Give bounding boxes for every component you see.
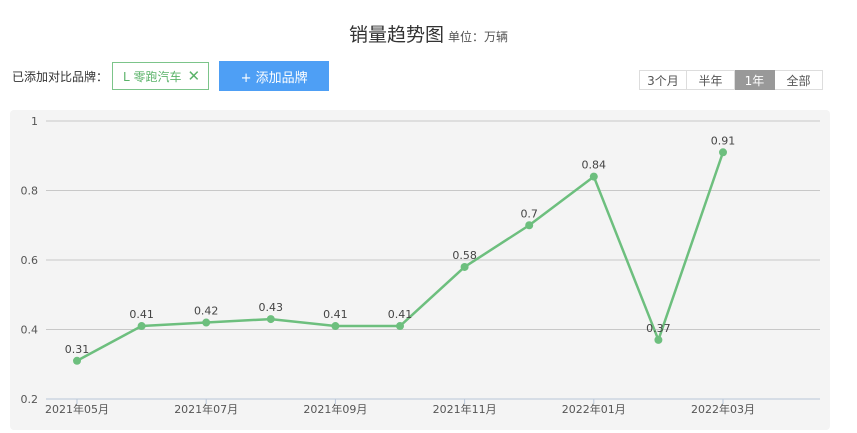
tab-half-year[interactable]: 半年: [687, 70, 735, 90]
x-tick-label: 2021年11月: [433, 402, 497, 416]
x-tick-label: 2022年01月: [562, 402, 626, 416]
close-icon[interactable]: ✕: [188, 68, 201, 84]
data-label: 0.41: [323, 308, 348, 321]
data-point: [525, 221, 534, 230]
data-label: 0.58: [452, 249, 477, 262]
y-tick-label: 1: [31, 115, 38, 128]
x-tick-label: 2021年05月: [45, 402, 109, 416]
data-point: [137, 322, 146, 331]
sales-trend-chart: 0.2 0.4 0.6 0.8 1 2021年05月 2021年07月 2021年09月 202…: [10, 110, 830, 430]
data-point: [331, 322, 340, 331]
tab-1-year[interactable]: 1年: [735, 70, 775, 90]
data-point: [396, 322, 404, 331]
y-tick-label: 0.8: [21, 185, 39, 198]
unit-label: 单位：万辆: [448, 30, 509, 44]
data-point: [654, 335, 663, 344]
data-point: [73, 356, 81, 365]
time-range-tabs: 3个月 半年 1年 全部: [639, 70, 823, 90]
chart-title: 销量趋势图: [348, 24, 444, 46]
data-label: 0.91: [711, 134, 736, 147]
brand-chip-label: L 零跑汽车: [123, 69, 182, 84]
compare-label: 已添加对比品牌：: [12, 69, 109, 84]
data-point: [460, 262, 469, 271]
chart-svg: 0.2 0.4 0.6 0.8 1 2021年05月 2021年07月 2021年09月 202…: [10, 110, 830, 430]
y-tick-label: 0.6: [21, 254, 39, 267]
plot-background: [10, 110, 830, 430]
data-label: 0.41: [388, 308, 413, 321]
x-tick-label: 2021年09月: [303, 402, 367, 416]
data-point: [589, 172, 598, 181]
data-point: [266, 315, 275, 324]
data-point: [719, 148, 727, 157]
y-tick-label: 0.2: [21, 393, 39, 406]
add-brand-button[interactable]: + 添加品牌: [219, 61, 330, 91]
data-label: 0.31: [65, 343, 90, 356]
data-label: 0.41: [129, 308, 154, 321]
y-tick-label: 0.4: [21, 324, 39, 337]
data-label: 0.84: [582, 159, 607, 172]
compare-brand-row: 已添加对比品牌： L 零跑汽车 ✕ + 添加品牌: [12, 61, 330, 91]
brand-chip-leapmotor[interactable]: L 零跑汽车 ✕: [112, 62, 210, 90]
data-label: 0.7: [520, 207, 538, 220]
data-point: [202, 318, 211, 327]
x-tick-label: 2021年07月: [174, 402, 238, 416]
data-label: 0.43: [259, 301, 284, 314]
data-label: 0.42: [194, 305, 219, 318]
tab-all[interactable]: 全部: [775, 70, 823, 90]
x-tick-label: 2022年03月: [691, 402, 755, 416]
chart-header: 销量趋势图 单位：万辆: [0, 20, 857, 47]
data-label: 0.37: [646, 322, 671, 335]
tab-3-months[interactable]: 3个月: [639, 70, 687, 90]
